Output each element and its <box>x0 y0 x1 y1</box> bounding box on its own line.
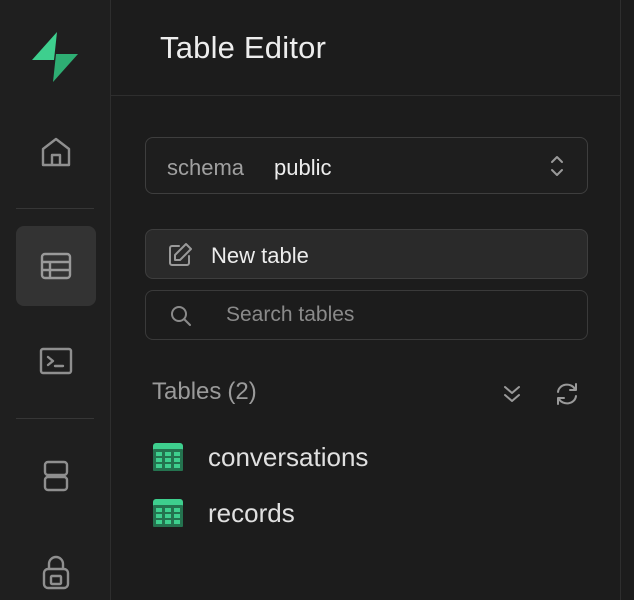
grid-table-icon <box>153 443 183 471</box>
new-table-button[interactable]: New table <box>145 229 588 279</box>
lock-icon <box>42 555 70 590</box>
search-icon <box>171 306 191 326</box>
tables-count: (2) <box>227 378 257 405</box>
grid-table-icon <box>153 499 183 527</box>
collapse-all-button[interactable] <box>496 378 528 410</box>
panel-divider <box>620 0 621 600</box>
table-name: conversations <box>208 442 369 472</box>
table-list-item[interactable]: conversations <box>152 436 582 476</box>
supabase-logo-icon[interactable] <box>28 30 82 84</box>
schema-value: public <box>274 155 332 180</box>
chevron-up-down-icon <box>551 156 563 176</box>
table-icon <box>40 252 72 280</box>
table-name: records <box>208 498 295 528</box>
search-tables-input[interactable] <box>226 299 566 331</box>
new-table-label: New table <box>211 243 309 268</box>
schema-select[interactable]: schema public <box>145 137 588 194</box>
rail-auth-button[interactable] <box>16 532 96 600</box>
terminal-icon <box>39 347 73 375</box>
schema-label: schema <box>167 155 245 180</box>
tables-section-header: Tables (2) <box>152 378 257 406</box>
rail-database-button[interactable] <box>16 436 96 516</box>
rail-table-editor-button[interactable] <box>16 226 96 306</box>
page-title: Table Editor <box>160 30 327 65</box>
tables-label: Tables <box>152 378 222 405</box>
rail-sql-editor-button[interactable] <box>16 321 96 401</box>
table-list-item[interactable]: records <box>152 492 582 532</box>
home-icon <box>41 137 71 167</box>
refresh-tables-button[interactable] <box>551 378 583 410</box>
rail-divider <box>16 418 94 419</box>
rail-divider <box>16 208 94 209</box>
rail-home-button[interactable] <box>16 112 96 192</box>
edit-icon <box>169 243 192 266</box>
search-tables-field <box>145 290 588 340</box>
table-editor-app: Table Editor schema public New table Tab… <box>0 0 634 600</box>
chevrons-down-icon <box>504 386 520 402</box>
database-icon <box>43 460 69 492</box>
refresh-icon <box>557 383 577 405</box>
page-header: Table Editor <box>111 0 621 96</box>
nav-rail <box>0 0 111 600</box>
